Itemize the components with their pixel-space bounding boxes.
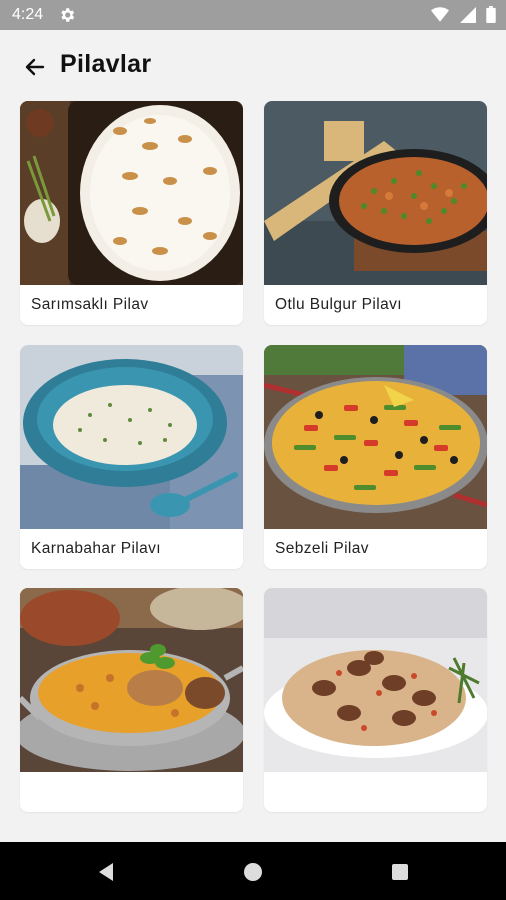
recipe-title: Sebzeli Pilav xyxy=(275,540,369,557)
recipe-card[interactable] xyxy=(264,588,487,812)
recipe-image xyxy=(20,345,243,529)
signal-icon xyxy=(459,7,476,23)
gear-icon xyxy=(61,8,75,22)
page-title: Pilavlar xyxy=(60,50,152,78)
recipe-card[interactable] xyxy=(20,588,243,812)
recipe-title: Sarımsaklı Pilav xyxy=(31,296,149,313)
recipe-card[interactable]: Sebzeli Pilav xyxy=(264,345,487,569)
recipe-image xyxy=(264,345,487,529)
recipe-image xyxy=(264,588,487,772)
recents-square-icon[interactable] xyxy=(388,860,412,884)
recipe-image xyxy=(20,588,243,772)
status-bar: 4:24 xyxy=(0,0,506,30)
wifi-icon xyxy=(431,7,450,22)
recipe-card[interactable]: Karnabahar Pilavı xyxy=(20,345,243,569)
recipe-title: Karnabahar Pilavı xyxy=(31,540,162,557)
system-nav-bar xyxy=(0,842,506,900)
battery-icon xyxy=(486,6,496,23)
back-button[interactable] xyxy=(18,50,52,84)
recipe-image xyxy=(20,101,243,285)
recipe-card[interactable]: Otlu Bulgur Pilavı xyxy=(264,101,487,325)
back-triangle-icon[interactable] xyxy=(94,860,118,884)
recipe-card[interactable]: Sarımsaklı Pilav xyxy=(20,101,243,325)
recipe-title: Otlu Bulgur Pilavı xyxy=(275,296,402,313)
home-circle-icon[interactable] xyxy=(241,860,265,884)
app-bar: Pilavlar xyxy=(0,30,506,100)
recipe-image xyxy=(264,101,487,285)
status-time: 4:24 xyxy=(12,6,44,23)
arrow-left-icon xyxy=(25,58,45,76)
